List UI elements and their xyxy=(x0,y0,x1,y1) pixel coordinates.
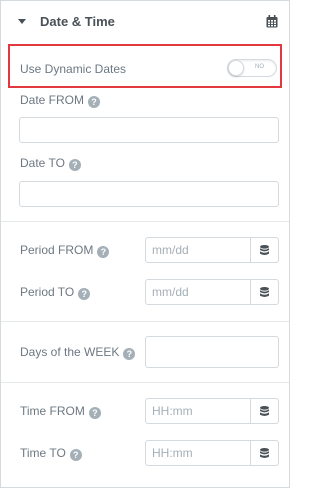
date-from-input[interactable] xyxy=(19,117,279,143)
calendar-icon xyxy=(266,15,278,28)
section-header[interactable]: Date & Time xyxy=(1,1,289,43)
period-from-label: Period FROM? xyxy=(20,243,110,258)
date-to-label: Date TO? xyxy=(20,156,81,171)
time-to-label: Time TO? xyxy=(20,446,82,461)
period-from-dynamic-button[interactable] xyxy=(251,237,279,263)
help-icon[interactable]: ? xyxy=(123,348,136,360)
period-to-input[interactable] xyxy=(145,279,251,305)
time-to-dynamic-button[interactable] xyxy=(251,440,279,466)
time-from-label: Time FROM? xyxy=(20,404,101,419)
days-of-week-label: Days of the WEEK? xyxy=(20,345,136,360)
section-title: Date & Time xyxy=(40,14,115,29)
date-time-panel: Date & Time Use Dynamic Dates NO Date FR… xyxy=(0,0,290,488)
toggle-knob xyxy=(228,60,244,76)
help-icon[interactable]: ? xyxy=(78,288,91,300)
dynamic-dates-label: Use Dynamic Dates xyxy=(20,62,127,76)
time-to-input[interactable] xyxy=(145,440,251,466)
database-icon xyxy=(260,406,269,416)
date-from-label: Date FROM? xyxy=(20,93,101,108)
help-icon[interactable]: ? xyxy=(88,407,101,419)
toggle-state-text: NO xyxy=(255,64,264,70)
help-icon[interactable]: ? xyxy=(68,159,81,171)
divider xyxy=(1,221,289,222)
dynamic-dates-toggle[interactable]: NO xyxy=(227,59,277,77)
divider xyxy=(1,382,289,383)
database-icon xyxy=(260,245,269,255)
days-of-week-input[interactable] xyxy=(145,336,279,368)
help-icon[interactable]: ? xyxy=(88,96,101,108)
date-to-input[interactable] xyxy=(19,181,279,207)
time-from-dynamic-button[interactable] xyxy=(251,398,279,424)
period-from-input[interactable] xyxy=(145,237,251,263)
help-icon[interactable]: ? xyxy=(97,246,110,258)
divider xyxy=(1,321,289,322)
period-to-dynamic-button[interactable] xyxy=(251,279,279,305)
period-to-label: Period TO? xyxy=(20,285,91,300)
database-icon xyxy=(260,287,269,297)
database-icon xyxy=(260,448,269,458)
time-from-input[interactable] xyxy=(145,398,251,424)
caret-down-icon[interactable] xyxy=(18,19,26,24)
help-icon[interactable]: ? xyxy=(69,449,82,461)
